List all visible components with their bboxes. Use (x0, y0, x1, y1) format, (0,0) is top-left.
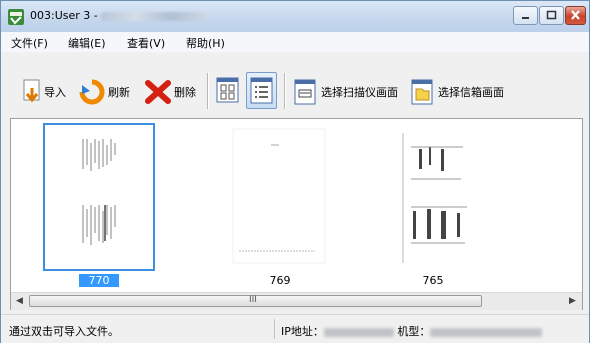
minimize-button[interactable] (513, 6, 538, 25)
document-thumbnail-image (82, 139, 116, 245)
scanner-screen-icon (294, 79, 316, 105)
list-view-button[interactable] (246, 72, 277, 109)
title-text: 003:User 3 - (30, 9, 102, 22)
refresh-icon (79, 79, 105, 105)
refresh-button[interactable]: 刷新 (79, 79, 130, 105)
list-view-icon (250, 77, 273, 104)
import-button[interactable]: 导入 (23, 79, 66, 105)
status-bar: 通过双击可导入文件。 IP地址： 机型： (1, 314, 589, 343)
app-window: 003:User 3 - 文件(F) 编辑(E) 查看(V) 帮助(H) 导入 … (0, 0, 590, 343)
mailbox-screen-icon (411, 79, 433, 105)
scroll-left-arrow-icon[interactable]: ◀ (16, 296, 23, 306)
import-icon (23, 79, 40, 103)
thumbnail-item[interactable] (371, 123, 483, 271)
refresh-label: 刷新 (108, 86, 130, 99)
scanner-screen-label: 选择扫描仪画面 (321, 86, 398, 99)
title-bar: 003:User 3 - (1, 1, 589, 32)
select-scanner-screen-button[interactable]: 选择扫描仪画面 (292, 77, 398, 107)
horizontal-scrollbar[interactable]: ◀ III ▶ (11, 292, 582, 310)
status-divider (274, 319, 275, 339)
select-mailbox-screen-button[interactable]: 选择信箱画面 (409, 77, 504, 107)
thumbnail-view-button[interactable] (213, 72, 244, 109)
scroll-right-arrow-icon[interactable]: ▶ (569, 296, 576, 306)
import-label: 导入 (44, 86, 66, 99)
ip-value-redacted (323, 327, 394, 337)
menu-view[interactable]: 查看(V) (127, 35, 165, 51)
thumbnail-item[interactable] (43, 123, 155, 271)
toolbar-separator (284, 73, 286, 109)
mailbox-screen-label: 选择信箱画面 (438, 86, 504, 99)
thumbnail-caption: 765 (422, 274, 444, 287)
scrollbar-thumb[interactable]: III (29, 295, 482, 307)
menu-file[interactable]: 文件(F) (11, 35, 48, 51)
minimize-icon (522, 17, 529, 19)
document-thumbnail-panel: 770 769 765 ◀ III ▶ (10, 118, 583, 310)
toolbar-separator (207, 73, 209, 109)
model-label: 机型： (397, 325, 431, 338)
scanner-app-icon (8, 9, 24, 25)
thumbnail-caption: 770 (79, 274, 119, 287)
delete-button[interactable]: 删除 (145, 79, 196, 105)
title-redacted (101, 11, 207, 21)
maximize-icon (546, 10, 557, 20)
menu-edit[interactable]: 编辑(E) (68, 35, 106, 51)
thumbnail-item[interactable] (223, 123, 335, 271)
menu-bar: 文件(F) 编辑(E) 查看(V) 帮助(H) (1, 32, 589, 52)
scrollbar-grip: III (249, 295, 257, 305)
ip-label: IP地址： (281, 325, 324, 338)
delete-label: 删除 (174, 86, 196, 99)
document-thumbnail-image (232, 128, 326, 264)
delete-icon (145, 80, 171, 104)
model-value-redacted (430, 327, 543, 337)
document-thumbnail-image (395, 127, 475, 267)
status-device-info: IP地址： 机型： (281, 323, 543, 339)
menu-help[interactable]: 帮助(H) (186, 35, 225, 51)
thumbnail-view-icon (216, 77, 239, 103)
window-title: 003:User 3 - (30, 9, 207, 22)
thumbnail-caption: 769 (269, 274, 291, 287)
close-icon (571, 10, 580, 20)
close-button[interactable] (565, 6, 586, 25)
status-hint: 通过双击可导入文件。 (9, 325, 119, 338)
maximize-button[interactable] (539, 6, 564, 25)
